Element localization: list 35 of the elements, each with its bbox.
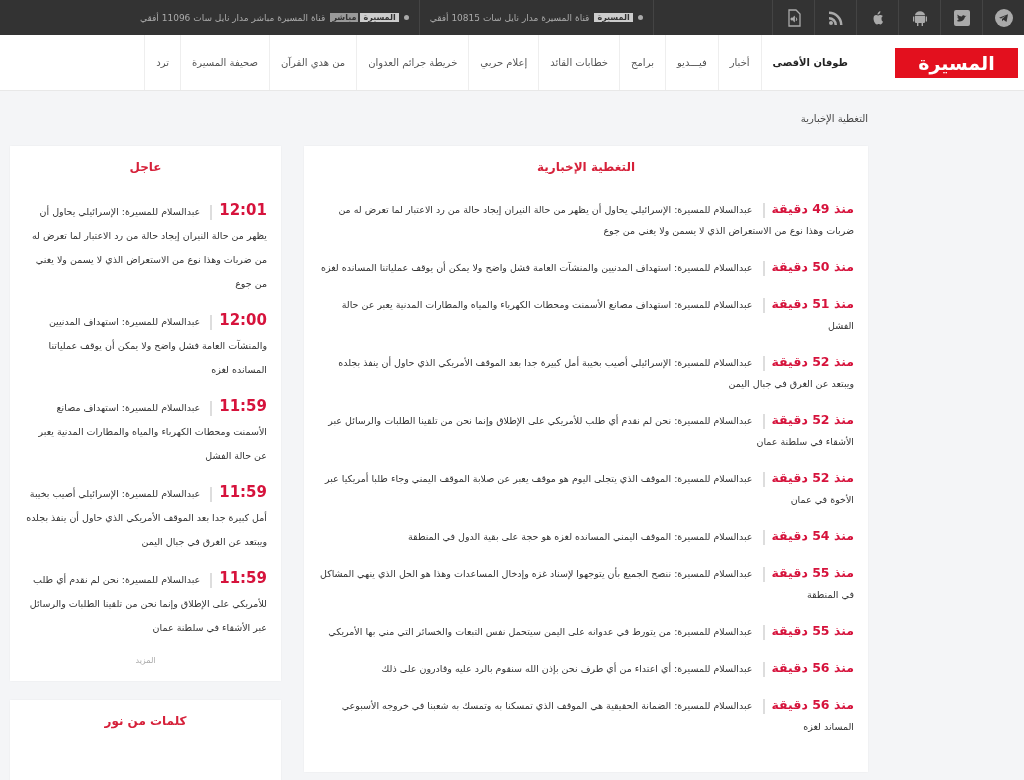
section-title: التغطية الإخبارية (536, 160, 636, 174)
nav-link[interactable]: خريطة جرائم العدوان (356, 35, 469, 90)
nav-link[interactable]: إعلام حربي (468, 35, 539, 90)
nav-link[interactable]: برامج (619, 35, 665, 90)
channel-info: قناة المسيرة مدار نايل سات 10815 أفقي (429, 12, 590, 23)
nav-link[interactable]: خطابات القائد (538, 35, 620, 90)
bullet-icon (403, 15, 409, 20)
news-item[interactable]: منذ 55 دقيقة عبدالسلام للمسيرة: ننصح الجميع بأن يتوجهوا لإسناد غزه وإدخال المساعدات وهذا هو الحل الذي ينهي المشاكل في المنطقة (318, 562, 854, 605)
android-icon[interactable] (910, 8, 929, 27)
nav-link[interactable]: صحيفة المسيرة (180, 35, 269, 90)
bullet-icon (637, 15, 643, 20)
channel-info: قناة المسيرة مباشر مدار نايل سات 11096 أفقي (140, 12, 326, 23)
news-item[interactable]: منذ 52 دقيقة عبدالسلام للمسيرة: الموقف الذي يتجلى اليوم هو موقف يعبر عن صلابة الموقف اليمني وجاء طلبا أمريكيا عبر الأخوة في عمان (318, 467, 854, 510)
news-item[interactable]: منذ 52 دقيقة عبدالسلام للمسيرة: الإسرائيلي أصيب بخيبة أمل كبيرة جدا بعد الموقف الأمريكي الذي حاول أن ينفذ بجلده ويبتعد عن الغرق في جبال اليمن (318, 351, 854, 394)
twitter-icon[interactable] (952, 8, 971, 27)
news-item[interactable]: منذ 55 دقيقة عبدالسلام للمسيرة: من يتورط في عدوانه على اليمن سيتحمل نفس التبعات والخسائر التي مني بها الأمريكي (318, 620, 854, 642)
nav-link[interactable]: ترد (144, 35, 181, 90)
news-item[interactable]: منذ 51 دقيقة عبدالسلام للمسيرة: استهداف مصانع الأسمنت ومحطات الكهرباء والمياه والمطارات المدنية يعبر عن حالة الفشل (318, 293, 854, 336)
site-logo[interactable]: المسيرة (895, 47, 1018, 78)
section-title: عاجل (129, 160, 162, 174)
telegram-icon[interactable] (994, 8, 1013, 27)
nav-link[interactable]: من هدي القرآن (268, 35, 357, 90)
news-item[interactable]: منذ 49 دقيقة عبدالسلام للمسيرة: الإسرائيلي يحاول أن يظهر من حالة النيران إيجاد حالة من رد الاعتبار لما تعرض له من ضربات وهذا نوع من الاستعراض الذي لا يسمن ولا يغني من جوع (318, 198, 854, 241)
news-item[interactable]: منذ 50 دقيقة عبدالسلام للمسيرة: استهداف المدنيين والمنشآت العامة فشل واضح ولا يمكن أن يوقف عملياتنا المسانده لغزه (318, 256, 854, 278)
channel-logo: المسيرة (594, 13, 633, 22)
section-title: كلمات من نور (104, 714, 187, 728)
news-item[interactable]: منذ 54 دقيقة عبدالسلام للمسيرة: الموقف اليمني المسانده لغزه هو حجة على بقية الدول في المنطقة (318, 525, 854, 547)
breadcrumb[interactable]: التغطية الإخبارية (800, 113, 868, 124)
news-item[interactable]: منذ 52 دقيقة عبدالسلام للمسيرة: نحن لم نقدم أي طلب للأمريكي على الإطلاق وإنما نحن من تلقينا الطلبات والرسائل عبر الأشقاء في سلطنة عمان (318, 409, 854, 452)
news-item[interactable]: منذ 56 دقيقة عبدالسلام للمسيرة: الضمانة الحقيقية هي الموقف الذي تمسكنا به وتمسك به شعبنا في خروجه الأسبوعي المساند لغزه (318, 694, 854, 737)
nav-link[interactable]: فيـــديو (664, 35, 718, 90)
nav-link[interactable]: أخبار (717, 35, 761, 90)
channel-logo: المسيرة مباشر (330, 13, 399, 22)
news-item[interactable]: منذ 56 دقيقة عبدالسلام للمسيرة: أي اعتداء من أي طرف نحن بإذن الله سنقوم بالرد عليه وقادرون على ذلك (318, 657, 854, 679)
nav-link[interactable]: طوفان الأقصى (760, 35, 859, 90)
